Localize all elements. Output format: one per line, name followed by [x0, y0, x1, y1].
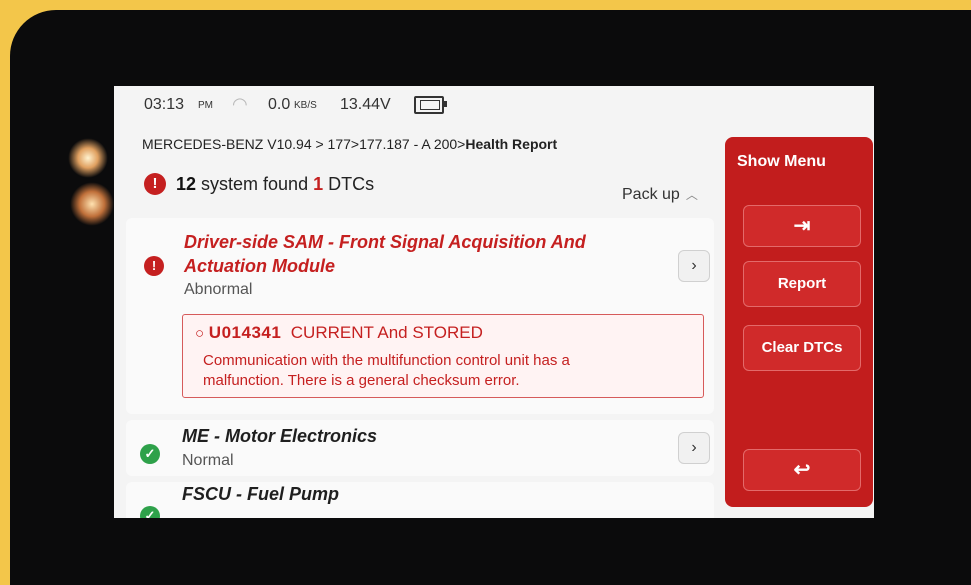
- summary-text: 12 system found 1 DTCs: [176, 174, 374, 195]
- side-menu: Show Menu ⇥ Report Clear DTCs ↩: [725, 137, 873, 507]
- show-menu-label[interactable]: Show Menu: [737, 153, 826, 171]
- system-list: ! Driver-side SAM - Front Signal Acquisi…: [114, 208, 719, 518]
- dtc-card[interactable]: ○ U014341 CURRENT And STORED Communicati…: [182, 314, 704, 398]
- chevron-right-icon[interactable]: ›: [678, 432, 710, 464]
- light-glare: [68, 138, 108, 178]
- system-item-me[interactable]: ✓ ME - Motor Electronics Normal ›: [126, 420, 714, 476]
- error-status-icon: !: [144, 256, 164, 276]
- pack-up-label: Pack up: [622, 186, 680, 203]
- chevron-up-icon: ︿: [685, 188, 698, 202]
- search-icon: ○: [195, 325, 205, 342]
- clear-dtcs-button[interactable]: Clear DTCs: [743, 325, 861, 371]
- report-button[interactable]: Report: [743, 261, 861, 307]
- dtc-code: U014341: [208, 323, 282, 342]
- network-speed-unit: KB/S: [294, 100, 317, 111]
- dtc-description-line2: malfunction. There is a general checksum…: [203, 372, 520, 389]
- dtc-count: 1: [313, 174, 324, 194]
- warning-icon: !: [144, 173, 166, 195]
- summary-mid: system found: [196, 174, 314, 194]
- chevron-right-icon[interactable]: ›: [678, 250, 710, 282]
- breadcrumb-current: Health Report: [465, 136, 558, 152]
- system-status: Normal: [182, 452, 234, 469]
- clock-ampm: PM: [198, 100, 213, 111]
- pack-up-toggle[interactable]: Pack up ︿: [622, 186, 698, 204]
- network-speed: 0.0: [268, 96, 291, 113]
- exit-button[interactable]: ⇥: [743, 205, 861, 247]
- system-count: 12: [176, 174, 197, 194]
- summary-end: DTCs: [323, 174, 375, 194]
- system-name-line1: Driver-side SAM - Front Signal Acquisiti…: [184, 232, 586, 252]
- system-name: FSCU - Fuel Pump: [182, 484, 339, 504]
- dtc-state: CURRENT And STORED: [290, 323, 483, 342]
- system-status: Abnormal: [184, 281, 253, 298]
- check-status-icon: ✓: [140, 506, 160, 518]
- exit-icon: ⇥: [793, 215, 811, 237]
- battery-voltage: 13.44V: [340, 96, 391, 113]
- wifi-icon: ◠: [232, 94, 248, 114]
- system-item-fscu[interactable]: ✓ FSCU - Fuel Pump: [126, 482, 714, 518]
- system-name-line2: Actuation Module: [184, 256, 335, 276]
- dtc-description-line1: Communication with the multifunction con…: [203, 352, 570, 369]
- back-icon: ↩: [793, 459, 811, 481]
- breadcrumb-path: MERCEDES-BENZ V10.94 > 177>177.187 - A 2…: [142, 136, 466, 152]
- system-name: ME - Motor Electronics: [182, 426, 378, 446]
- status-bar: 03:13 PM ◠ 0.0 KB/S 13.44V: [114, 86, 874, 126]
- breadcrumb: MERCEDES-BENZ V10.94 > 177>177.187 - A 2…: [142, 136, 557, 152]
- dtc-code-line: ○ U014341 CURRENT And STORED: [195, 323, 483, 343]
- dtc-description: Communication with the multifunction con…: [203, 351, 683, 391]
- clock-time: 03:13: [144, 96, 185, 113]
- back-button[interactable]: ↩: [743, 449, 861, 491]
- check-status-icon: ✓: [140, 444, 160, 464]
- diagnostic-screen: 03:13 PM ◠ 0.0 KB/S 13.44V MERCEDES-BENZ…: [114, 86, 874, 518]
- battery-icon: [414, 96, 447, 114]
- light-glare: [70, 182, 114, 226]
